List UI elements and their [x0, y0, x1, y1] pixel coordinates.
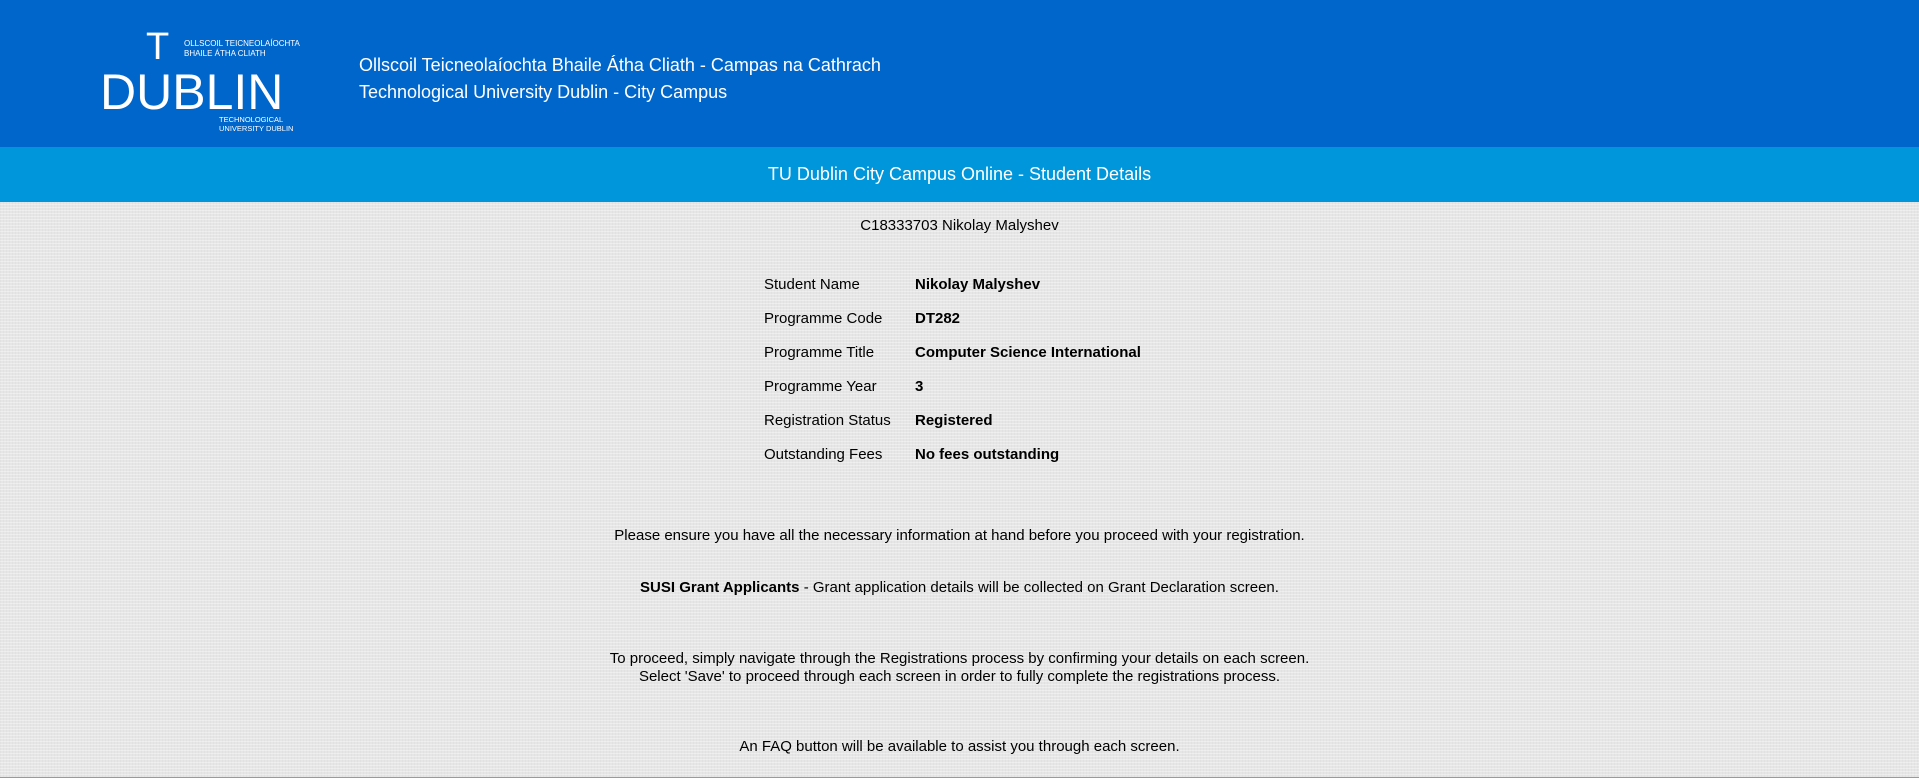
page-title-banner: TU Dublin City Campus Online - Student D… — [0, 147, 1919, 202]
header-titles: Ollscoil Teicneolaíochta Bhaile Átha Cli… — [359, 52, 881, 106]
detail-label: Student Name — [764, 275, 860, 293]
logo-irish-line-1: OLLSCOIL TEICNEOLAÍOCHTA — [184, 39, 300, 48]
page-title: TU Dublin City Campus Online - Student D… — [767, 164, 1152, 184]
susi-info-text: SUSI Grant Applicants - Grant applicatio… — [0, 579, 1919, 597]
detail-value: No fees outstanding — [915, 445, 1060, 463]
logo-english-line-1: TECHNOLOGICAL — [219, 115, 283, 124]
detail-row-outstanding-fees: Outstanding Fees No fees outstanding — [764, 437, 1141, 471]
proceed-line-1: To proceed, simply navigate through the … — [609, 650, 1310, 667]
detail-value: Computer Science International — [915, 343, 1141, 361]
detail-label: Programme Year — [764, 377, 877, 395]
detail-value: DT282 — [915, 309, 961, 327]
detail-value: Nikolay Malyshev — [915, 275, 1041, 293]
ensure-info-text: Please ensure you have all the necessary… — [614, 527, 1305, 544]
faq-info-text: An FAQ button will be available to assis… — [739, 738, 1180, 755]
susi-heading: SUSI Grant Applicants — [640, 579, 800, 596]
detail-row-student-name: Student Name Nikolay Malyshev — [764, 267, 1141, 301]
detail-row-programme-code: Programme Code DT282 — [764, 301, 1141, 335]
detail-label: Registration Status — [764, 411, 891, 429]
logo-english-line-2: UNIVERSITY DUBLIN — [219, 124, 293, 133]
student-id-line: C18333703 Nikolay Malyshev — [860, 217, 1059, 234]
header-title-irish: Ollscoil Teicneolaíochta Bhaile Átha Cli… — [359, 55, 881, 75]
logo-letter-t: T — [146, 27, 169, 68]
tu-dublin-logo: T DUBLIN OLLSCOIL TEICNEOLAÍOCHTA BHAILE… — [100, 27, 300, 133]
student-details-table: Student Name Nikolay Malyshev Programme … — [764, 267, 1141, 471]
detail-label: Outstanding Fees — [764, 445, 883, 463]
detail-label: Programme Code — [764, 309, 883, 327]
main-content: C18333703 Nikolay Malyshev Student Name … — [0, 202, 1919, 778]
detail-value: Registered — [915, 411, 993, 429]
logo-irish-line-2: BHAILE ÁTHA CLIATH — [184, 49, 266, 58]
detail-value: 3 — [915, 377, 924, 395]
detail-row-registration-status: Registration Status Registered — [764, 403, 1141, 437]
detail-row-programme-title: Programme Title Computer Science Interna… — [764, 335, 1141, 369]
header-title-english: Technological University Dublin - City C… — [359, 82, 728, 102]
header: T DUBLIN OLLSCOIL TEICNEOLAÍOCHTA BHAILE… — [0, 0, 1919, 147]
logo-wordmark: DUBLIN — [100, 64, 283, 120]
proceed-line-2: Select 'Save' to proceed through each sc… — [638, 668, 1281, 685]
detail-label: Programme Title — [764, 343, 875, 361]
detail-row-programme-year: Programme Year 3 — [764, 369, 1141, 403]
proceed-instructions: To proceed, simply navigate through the … — [0, 650, 1919, 686]
susi-description: - Grant application details will be coll… — [799, 579, 1279, 596]
